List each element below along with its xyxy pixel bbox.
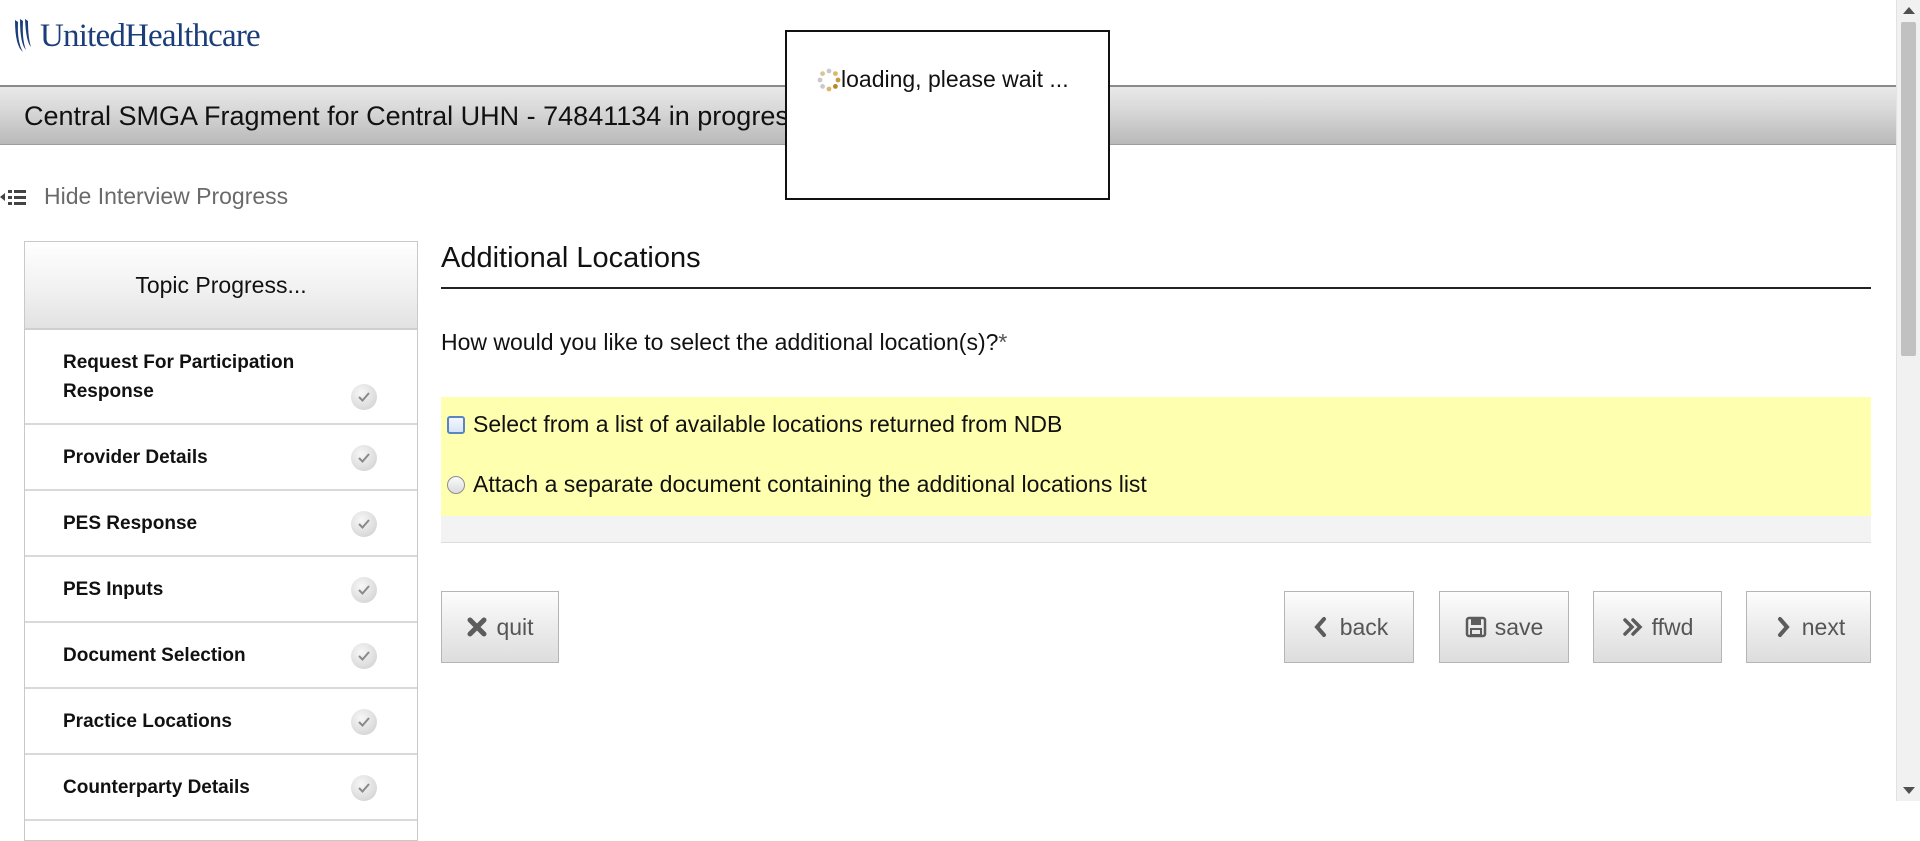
topic-progress-header: Topic Progress... xyxy=(25,242,417,330)
logo-wordmark: UnitedHealthcare xyxy=(40,17,261,54)
scroll-down-arrow-icon[interactable] xyxy=(1903,787,1915,794)
uhc-logo-mark-icon xyxy=(15,19,31,52)
loading-dialog: loading, please wait ... xyxy=(785,30,1110,200)
topic-progress-panel: Topic Progress... Request For Participat… xyxy=(24,241,418,841)
topic-item-pes-inputs[interactable]: PES Inputs xyxy=(25,557,417,623)
section-title: Additional Locations xyxy=(441,242,701,274)
option-label: Select from a list of available location… xyxy=(473,411,1063,437)
option-label: Attach a separate document containing th… xyxy=(473,471,1147,497)
section-divider xyxy=(441,287,1871,289)
chevron-right-icon xyxy=(1777,617,1790,637)
loading-message-row: loading, please wait ... xyxy=(817,66,1069,93)
topic-item-label: Practice Locations xyxy=(63,710,232,732)
question-label: How would you like to select the additio… xyxy=(441,329,999,355)
check-icon xyxy=(351,445,377,471)
required-marker: * xyxy=(998,329,1008,355)
topic-item-label: PES Response xyxy=(63,512,198,534)
save-label: save xyxy=(1494,613,1544,640)
hide-interview-progress-label: Hide Interview Progress xyxy=(44,183,289,209)
page-title: Central SMGA Fragment for Central UHN - … xyxy=(24,101,803,131)
topic-item-request-for-participation-response[interactable]: Request For Participation Response xyxy=(25,330,417,425)
quit-button[interactable]: quit xyxy=(441,591,559,663)
back-button[interactable]: back xyxy=(1284,591,1414,663)
brand-logo: UnitedHealthcare xyxy=(12,14,261,58)
spinner-icon xyxy=(817,68,841,91)
ffwd-button[interactable]: ffwd xyxy=(1593,591,1722,663)
scroll-up-arrow-icon[interactable] xyxy=(1903,7,1915,14)
topic-item-label: Request For Participation Response xyxy=(63,351,295,402)
floppy-disk-icon xyxy=(1465,616,1486,638)
collapse-list-icon xyxy=(0,189,26,205)
topic-item-practice-locations[interactable]: Practice Locations xyxy=(25,689,417,755)
option-select-from-ndb-list[interactable]: Select from a list of available location… xyxy=(447,411,1062,438)
topic-item-counterparty-details[interactable]: Counterparty Details xyxy=(25,755,417,821)
next-button[interactable]: next xyxy=(1746,591,1871,663)
chevron-left-icon xyxy=(1314,617,1326,637)
hide-interview-progress-toggle[interactable]: Hide Interview Progress xyxy=(0,183,288,210)
check-icon xyxy=(351,384,377,410)
check-icon xyxy=(351,643,377,669)
option-radio[interactable] xyxy=(447,475,465,494)
next-label: next xyxy=(1801,613,1846,640)
double-chevron-right-icon xyxy=(1622,618,1643,636)
topic-item-label: Counterparty Details xyxy=(63,776,250,798)
option-attach-separate-document[interactable]: Attach a separate document containing th… xyxy=(447,471,1147,498)
option-checkbox[interactable] xyxy=(447,415,465,434)
question-text: How would you like to select the additio… xyxy=(441,329,1007,356)
topic-item-pes-response[interactable]: PES Response xyxy=(25,491,417,557)
topic-item-label: PES Inputs xyxy=(63,578,164,600)
topic-item-provider-details[interactable]: Provider Details xyxy=(25,425,417,491)
answer-options: Select from a list of available location… xyxy=(441,397,1871,516)
check-icon xyxy=(351,775,377,801)
scrollbar-thumb[interactable] xyxy=(1901,22,1916,356)
topic-item-document-selection[interactable]: Document Selection xyxy=(25,623,417,689)
topic-item-label: Document Selection xyxy=(63,644,246,666)
close-icon xyxy=(467,617,487,637)
options-footer-strip xyxy=(441,516,1871,543)
quit-label: quit xyxy=(496,613,534,640)
loading-message: loading, please wait ... xyxy=(841,66,1069,92)
vertical-scrollbar[interactable] xyxy=(1896,0,1920,801)
check-icon xyxy=(351,511,377,537)
back-label: back xyxy=(1339,613,1389,640)
check-icon xyxy=(351,577,377,603)
save-button[interactable]: save xyxy=(1439,591,1569,663)
topic-item-label: Provider Details xyxy=(63,446,208,468)
check-icon xyxy=(351,709,377,735)
ffwd-label: ffwd xyxy=(1651,613,1694,640)
